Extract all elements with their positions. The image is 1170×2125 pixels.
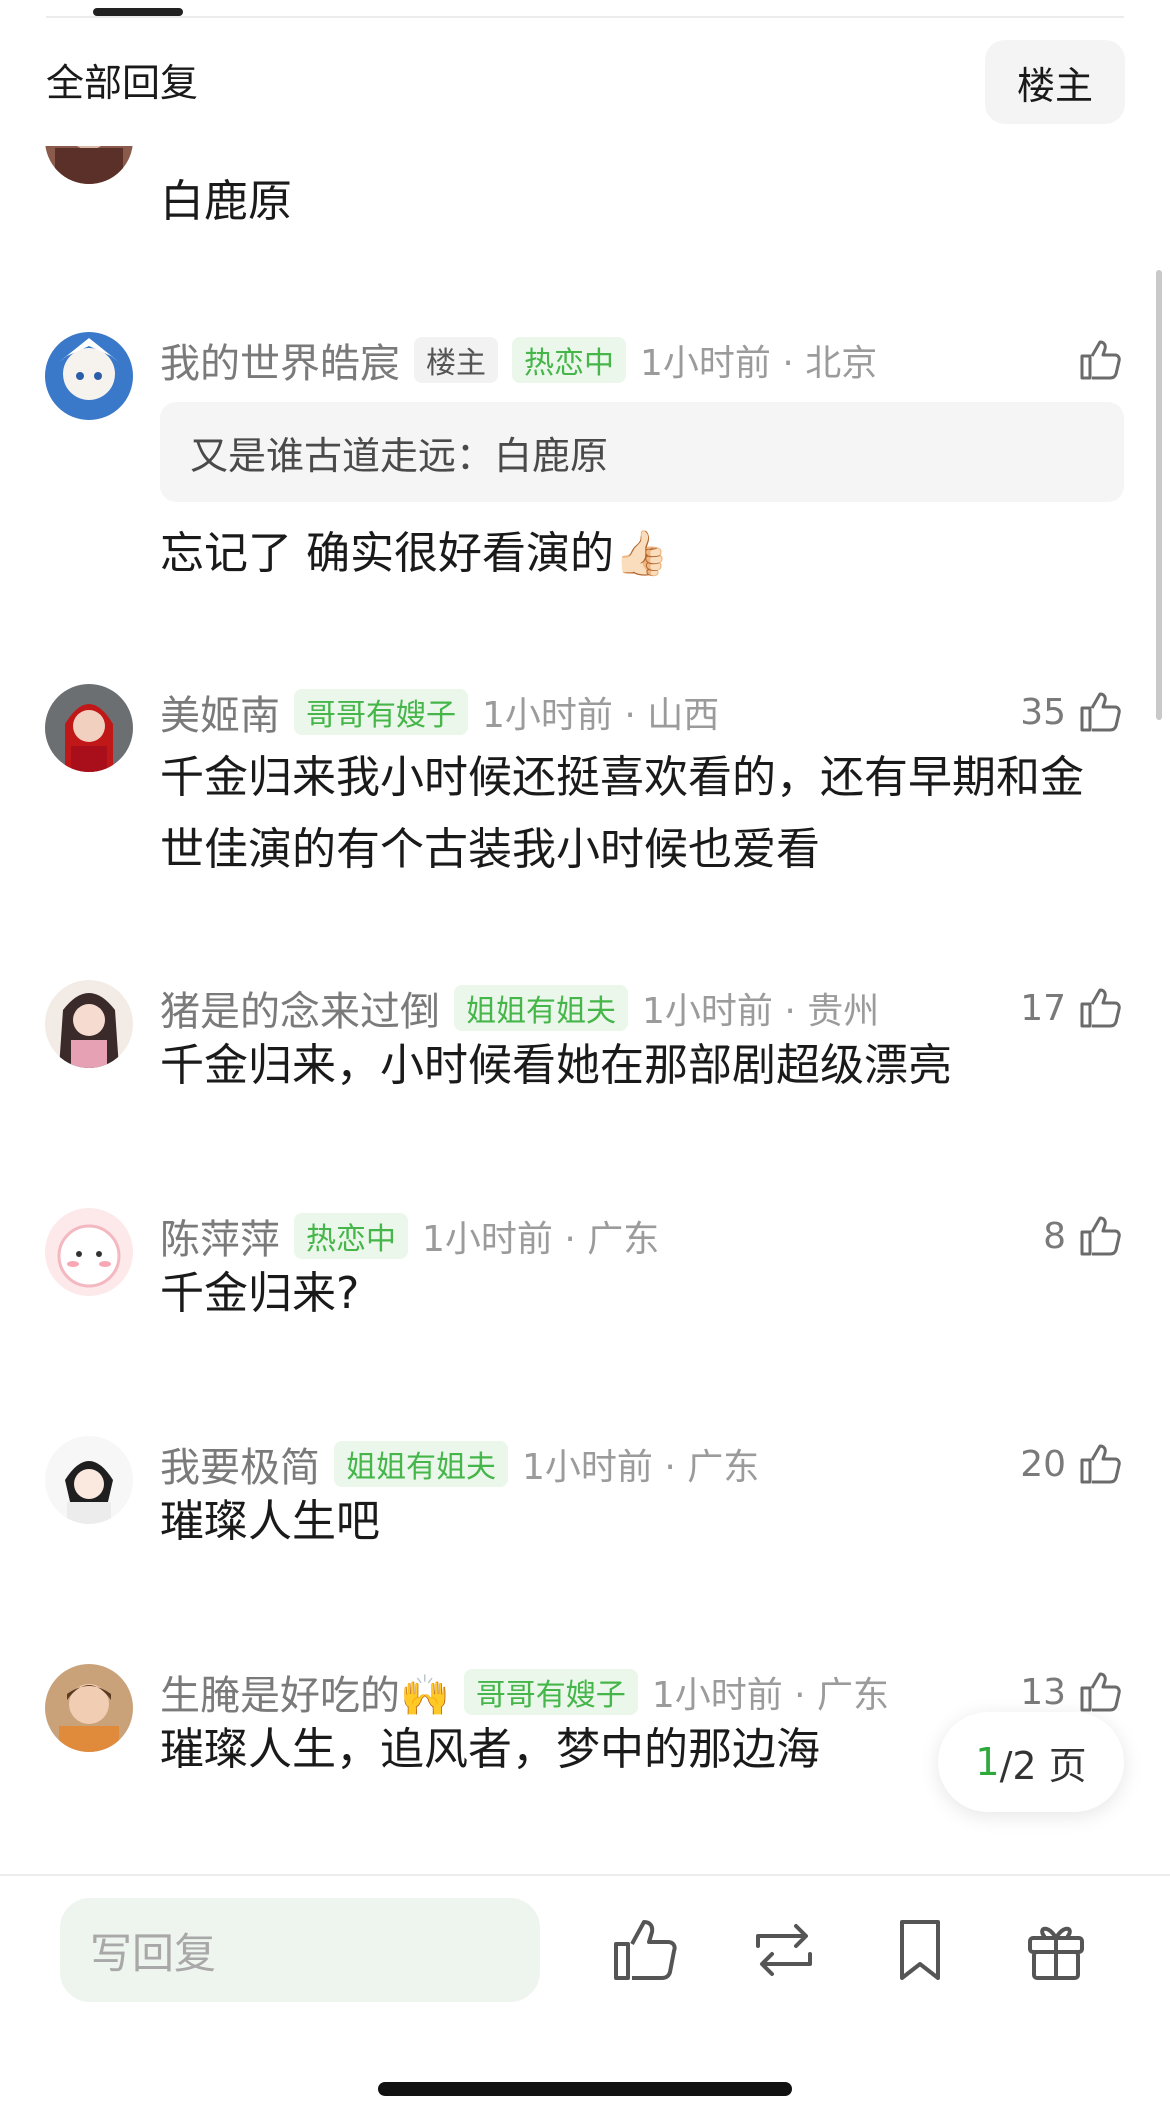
home-indicator[interactable] <box>378 2082 792 2096</box>
comment-meta: 猪是的念来过倒 姐姐有姐夫 1小时前 · 贵州 <box>160 980 879 1036</box>
scrollbar[interactable] <box>1156 270 1162 720</box>
username[interactable]: 我要极简 <box>160 1435 320 1493</box>
timestamp-location: 1小时前 · 山西 <box>482 695 720 736</box>
avatar[interactable] <box>45 1436 133 1524</box>
status-badge: 热恋中 <box>512 337 626 383</box>
like-button[interactable]: 17 <box>1020 980 1124 1036</box>
like-count: 13 <box>1020 1671 1066 1713</box>
owner-badge: 楼主 <box>414 337 498 383</box>
username[interactable]: 我的世界皓宸 <box>160 331 400 389</box>
gift-icon[interactable] <box>1018 1912 1094 1988</box>
tab-indicator <box>93 8 183 16</box>
total-pages: /2 页 <box>999 1743 1087 1788</box>
like-count: 8 <box>1043 1215 1066 1257</box>
repost-icon[interactable] <box>746 1912 822 1988</box>
comment-text: 千金归来? <box>160 1268 360 1319</box>
timestamp-location: 1小时前 · 广东 <box>651 1675 890 1716</box>
current-page: 1 <box>975 1740 1000 1784</box>
like-button[interactable]: 35 <box>1020 684 1124 740</box>
like-count: 17 <box>1020 987 1066 1029</box>
thumbs-up-icon <box>1076 688 1124 736</box>
thumbs-up-icon <box>1076 1440 1124 1488</box>
status-badge: 姐姐有姐夫 <box>454 985 628 1031</box>
divider <box>46 16 1124 18</box>
username[interactable]: 陈萍萍 <box>160 1207 280 1265</box>
comment-meta: 我要极简 姐姐有姐夫 1小时前 · 广东 <box>160 1436 759 1492</box>
comment-meta: 生腌是好吃的🙌 哥哥有嫂子 1小时前 · 广东 <box>160 1664 889 1720</box>
thumbs-up-icon <box>1076 1212 1124 1260</box>
thumbs-up-icon <box>1076 336 1124 384</box>
username[interactable]: 生腌是好吃的🙌 <box>160 1663 450 1721</box>
timestamp-location: 1小时前 · 广东 <box>422 1219 660 1260</box>
comment-text: 忘记了 确实很好看演的👍🏻 <box>160 528 669 579</box>
comment-meta: 美姬南 哥哥有嫂子 1小时前 · 山西 <box>160 684 719 740</box>
avatar[interactable] <box>45 980 133 1068</box>
timestamp-location: 1小时前 · 广东 <box>522 1447 760 1488</box>
like-button[interactable]: 20 <box>1020 1436 1124 1492</box>
avatar[interactable] <box>45 684 133 772</box>
status-badge: 姐姐有姐夫 <box>334 1441 508 1487</box>
avatar[interactable] <box>45 1208 133 1296</box>
comment-meta: 陈萍萍 热恋中 1小时前 · 广东 <box>160 1208 659 1264</box>
comment-text: 白鹿原 <box>160 176 292 227</box>
thumbs-up-icon <box>1076 984 1124 1032</box>
comment-meta: 我的世界皓宸 楼主 热恋中 1小时前 · 北京 <box>160 332 877 388</box>
status-badge: 热恋中 <box>294 1213 408 1259</box>
username[interactable]: 美姬南 <box>160 683 280 741</box>
like-count: 35 <box>1020 691 1066 733</box>
timestamp-location: 1小时前 · 贵州 <box>642 991 880 1032</box>
timestamp-location: 1小时前 · 北京 <box>640 343 878 384</box>
comment-text: 璀璨人生吧 <box>160 1496 380 1547</box>
thumbs-up-icon <box>1076 1668 1124 1716</box>
quoted-reply[interactable]: 又是谁古道走远：白鹿原 <box>160 402 1124 502</box>
reply-input[interactable]: 写回复 <box>60 1898 540 2002</box>
comment-text: 千金归来，小时候看她在那部剧超级漂亮 <box>160 1040 952 1091</box>
thumbs-up-icon[interactable] <box>608 1912 684 1988</box>
page-indicator[interactable]: 1 /2 页 <box>938 1712 1124 1812</box>
page-title: 全部回复 <box>46 61 199 105</box>
bookmark-icon[interactable] <box>882 1912 958 1988</box>
header: 全部回复 楼主 <box>0 30 1170 146</box>
username[interactable]: 猪是的念来过倒 <box>160 979 440 1037</box>
bottom-action-bar: 写回复 <box>0 1874 1170 2125</box>
status-badge: 哥哥有嫂子 <box>294 689 468 735</box>
status-badge: 哥哥有嫂子 <box>463 1669 638 1715</box>
avatar[interactable] <box>45 1664 133 1752</box>
avatar[interactable] <box>45 332 133 420</box>
owner-only-button[interactable]: 楼主 <box>985 40 1125 124</box>
comment-text: 千金归来我小时候还挺喜欢看的，还有早期和金世佳演的有个古装我小时候也爱看 <box>160 752 1084 875</box>
like-count: 20 <box>1020 1443 1066 1485</box>
like-button[interactable]: 8 <box>1043 1208 1124 1264</box>
like-button[interactable] <box>1076 332 1124 388</box>
